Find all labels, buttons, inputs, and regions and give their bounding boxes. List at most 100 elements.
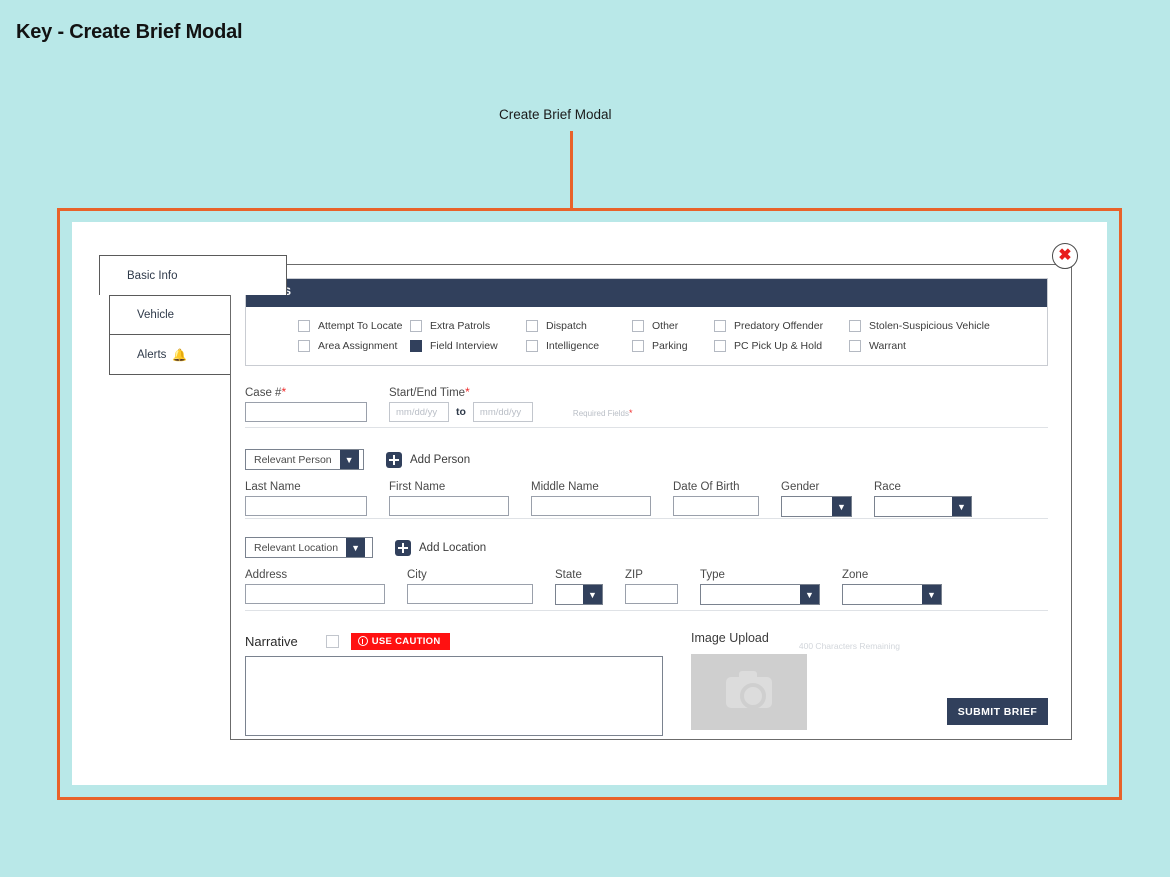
narrative-header: Narrative USE CAUTION 400 Characters Rem…: [245, 631, 1048, 651]
checkbox-intelligence[interactable]: [526, 340, 538, 352]
tag-area-assignment[interactable]: Area Assignment: [298, 339, 410, 353]
tag-label: PC Pick Up & Hold: [734, 340, 823, 352]
gender-label: Gender: [781, 481, 820, 493]
tag-label: Dispatch: [546, 320, 587, 332]
tag-field-interview[interactable]: Field Interview: [410, 339, 526, 353]
race-select[interactable]: ▼: [874, 496, 972, 517]
narrative-textarea[interactable]: [245, 656, 663, 736]
last-name-input[interactable]: [245, 496, 367, 516]
chevron-down-icon: ▼: [832, 497, 851, 516]
zone-label: Zone: [842, 569, 869, 581]
city-input[interactable]: [407, 584, 533, 604]
chevron-down-icon: ▼: [346, 538, 366, 557]
date-of-birth-group: Date Of Birth: [673, 481, 759, 521]
zip-input[interactable]: [625, 584, 678, 604]
start-end-time-group: Start/End Time* mm/dd/yy to mm/dd/yy: [389, 385, 533, 422]
type-label: Type: [700, 569, 725, 581]
relevant-person-select[interactable]: Relevant Person ▼: [245, 449, 364, 470]
zone-select-value: [843, 585, 922, 604]
middle-name-input[interactable]: [531, 496, 651, 516]
checkbox-area-assignment[interactable]: [298, 340, 310, 352]
tag-label: Warrant: [869, 340, 906, 352]
end-date-input[interactable]: mm/dd/yy: [472, 402, 533, 422]
to-separator: to: [456, 406, 466, 418]
image-upload-dropzone[interactable]: [691, 654, 807, 730]
chevron-down-icon: ▼: [952, 497, 971, 516]
tag-predatory-offender[interactable]: Predatory Offender: [714, 319, 849, 333]
race-select-value: [875, 497, 952, 516]
person-selector-row: Relevant Person ▼ Add Person: [245, 449, 470, 470]
callout-label: Create Brief Modal: [499, 107, 612, 122]
address-input[interactable]: [245, 584, 385, 604]
tag-other[interactable]: Other: [632, 319, 714, 333]
type-group: Type ▼: [700, 569, 820, 609]
tag-dispatch[interactable]: Dispatch: [526, 319, 632, 333]
checkbox-extra-patrols[interactable]: [410, 320, 422, 332]
required-marker: *: [281, 385, 287, 399]
page-title: Key - Create Brief Modal: [16, 21, 243, 43]
person-fields-row: Last Name First Name Middle Name Date Of…: [245, 481, 994, 521]
checkbox-pc-pick-up-and-hold[interactable]: [714, 340, 726, 352]
tab-basic-info-label: Basic Info: [127, 269, 178, 282]
type-select[interactable]: ▼: [700, 584, 820, 605]
first-name-group: First Name: [389, 481, 509, 521]
tag-label: Extra Patrols: [430, 320, 491, 332]
add-location-button[interactable]: Add Location: [395, 539, 486, 556]
close-button[interactable]: ✖: [1052, 243, 1078, 269]
add-person-button[interactable]: Add Person: [386, 451, 470, 468]
warning-icon: [357, 636, 368, 646]
first-name-input[interactable]: [389, 496, 509, 516]
image-upload-section: Image Upload: [691, 631, 807, 730]
start-end-time-label-text: Start/End Time: [389, 387, 466, 399]
tag-warrant[interactable]: Warrant: [849, 339, 990, 353]
case-time-row: Case #* Start/End Time* mm/dd/yy to mm/d…: [245, 385, 1048, 422]
tags-header: TAGS: [246, 279, 1047, 307]
tag-stolen-suspicious-vehicle[interactable]: Stolen-Suspicious Vehicle: [849, 319, 990, 333]
case-number-input[interactable]: [245, 402, 367, 422]
image-upload-label: Image Upload: [691, 631, 769, 645]
checkbox-other[interactable]: [632, 320, 644, 332]
checkbox-parking[interactable]: [632, 340, 644, 352]
narrative-checkbox[interactable]: [325, 634, 339, 648]
required-marker: *: [628, 408, 633, 418]
checkbox-attempt-to-locate[interactable]: [298, 320, 310, 332]
tab-basic-info[interactable]: Basic Info: [99, 255, 287, 295]
narrative-section: Narrative USE CAUTION 400 Characters Rem…: [245, 631, 1048, 736]
checkbox-warrant[interactable]: [849, 340, 861, 352]
tag-pc-pick-up-and-hold[interactable]: PC Pick Up & Hold: [714, 339, 849, 353]
tab-vehicle-label: Vehicle: [137, 309, 175, 321]
characters-remaining: 400 Characters Remaining: [798, 641, 900, 651]
divider-1: [245, 427, 1048, 428]
gender-select-value: [782, 497, 832, 516]
required-fields-note: Required Fields*: [573, 408, 633, 418]
tag-label: Field Interview: [430, 340, 498, 352]
required-fields-text: Required Fields: [572, 409, 629, 418]
date-of-birth-input[interactable]: [673, 496, 759, 516]
submit-brief-button[interactable]: SUBMIT BRIEF: [947, 698, 1048, 725]
close-icon: ✖: [1058, 247, 1072, 264]
tags-column-4: Other Parking: [632, 319, 714, 353]
tag-label: Other: [652, 320, 679, 332]
address-label: Address: [245, 569, 288, 581]
race-group: Race ▼: [874, 481, 972, 521]
tag-extra-patrols[interactable]: Extra Patrols: [410, 319, 526, 333]
tag-label: Attempt To Locate: [318, 320, 403, 332]
checkbox-predatory-offender[interactable]: [714, 320, 726, 332]
tag-label: Area Assignment: [318, 340, 398, 352]
race-label: Race: [874, 481, 901, 493]
relevant-location-select[interactable]: Relevant Location ▼: [245, 537, 373, 558]
tag-parking[interactable]: Parking: [632, 339, 714, 353]
tags-checkbox-grid: Attempt To Locate Area Assignment Extra …: [246, 307, 1047, 365]
zone-select[interactable]: ▼: [842, 584, 942, 605]
zip-group: ZIP: [625, 569, 678, 609]
checkbox-field-interview[interactable]: [410, 340, 422, 352]
checkbox-dispatch[interactable]: [526, 320, 538, 332]
tag-attempt-to-locate[interactable]: Attempt To Locate: [298, 319, 410, 333]
checkbox-stolen-suspicious-vehicle[interactable]: [849, 320, 861, 332]
tag-label: Parking: [652, 340, 688, 352]
gender-select[interactable]: ▼: [781, 496, 852, 517]
state-select[interactable]: ▼: [555, 584, 603, 605]
tag-intelligence[interactable]: Intelligence: [526, 339, 632, 353]
start-date-input[interactable]: mm/dd/yy: [389, 402, 449, 422]
case-number-label: Case #*: [245, 385, 367, 399]
